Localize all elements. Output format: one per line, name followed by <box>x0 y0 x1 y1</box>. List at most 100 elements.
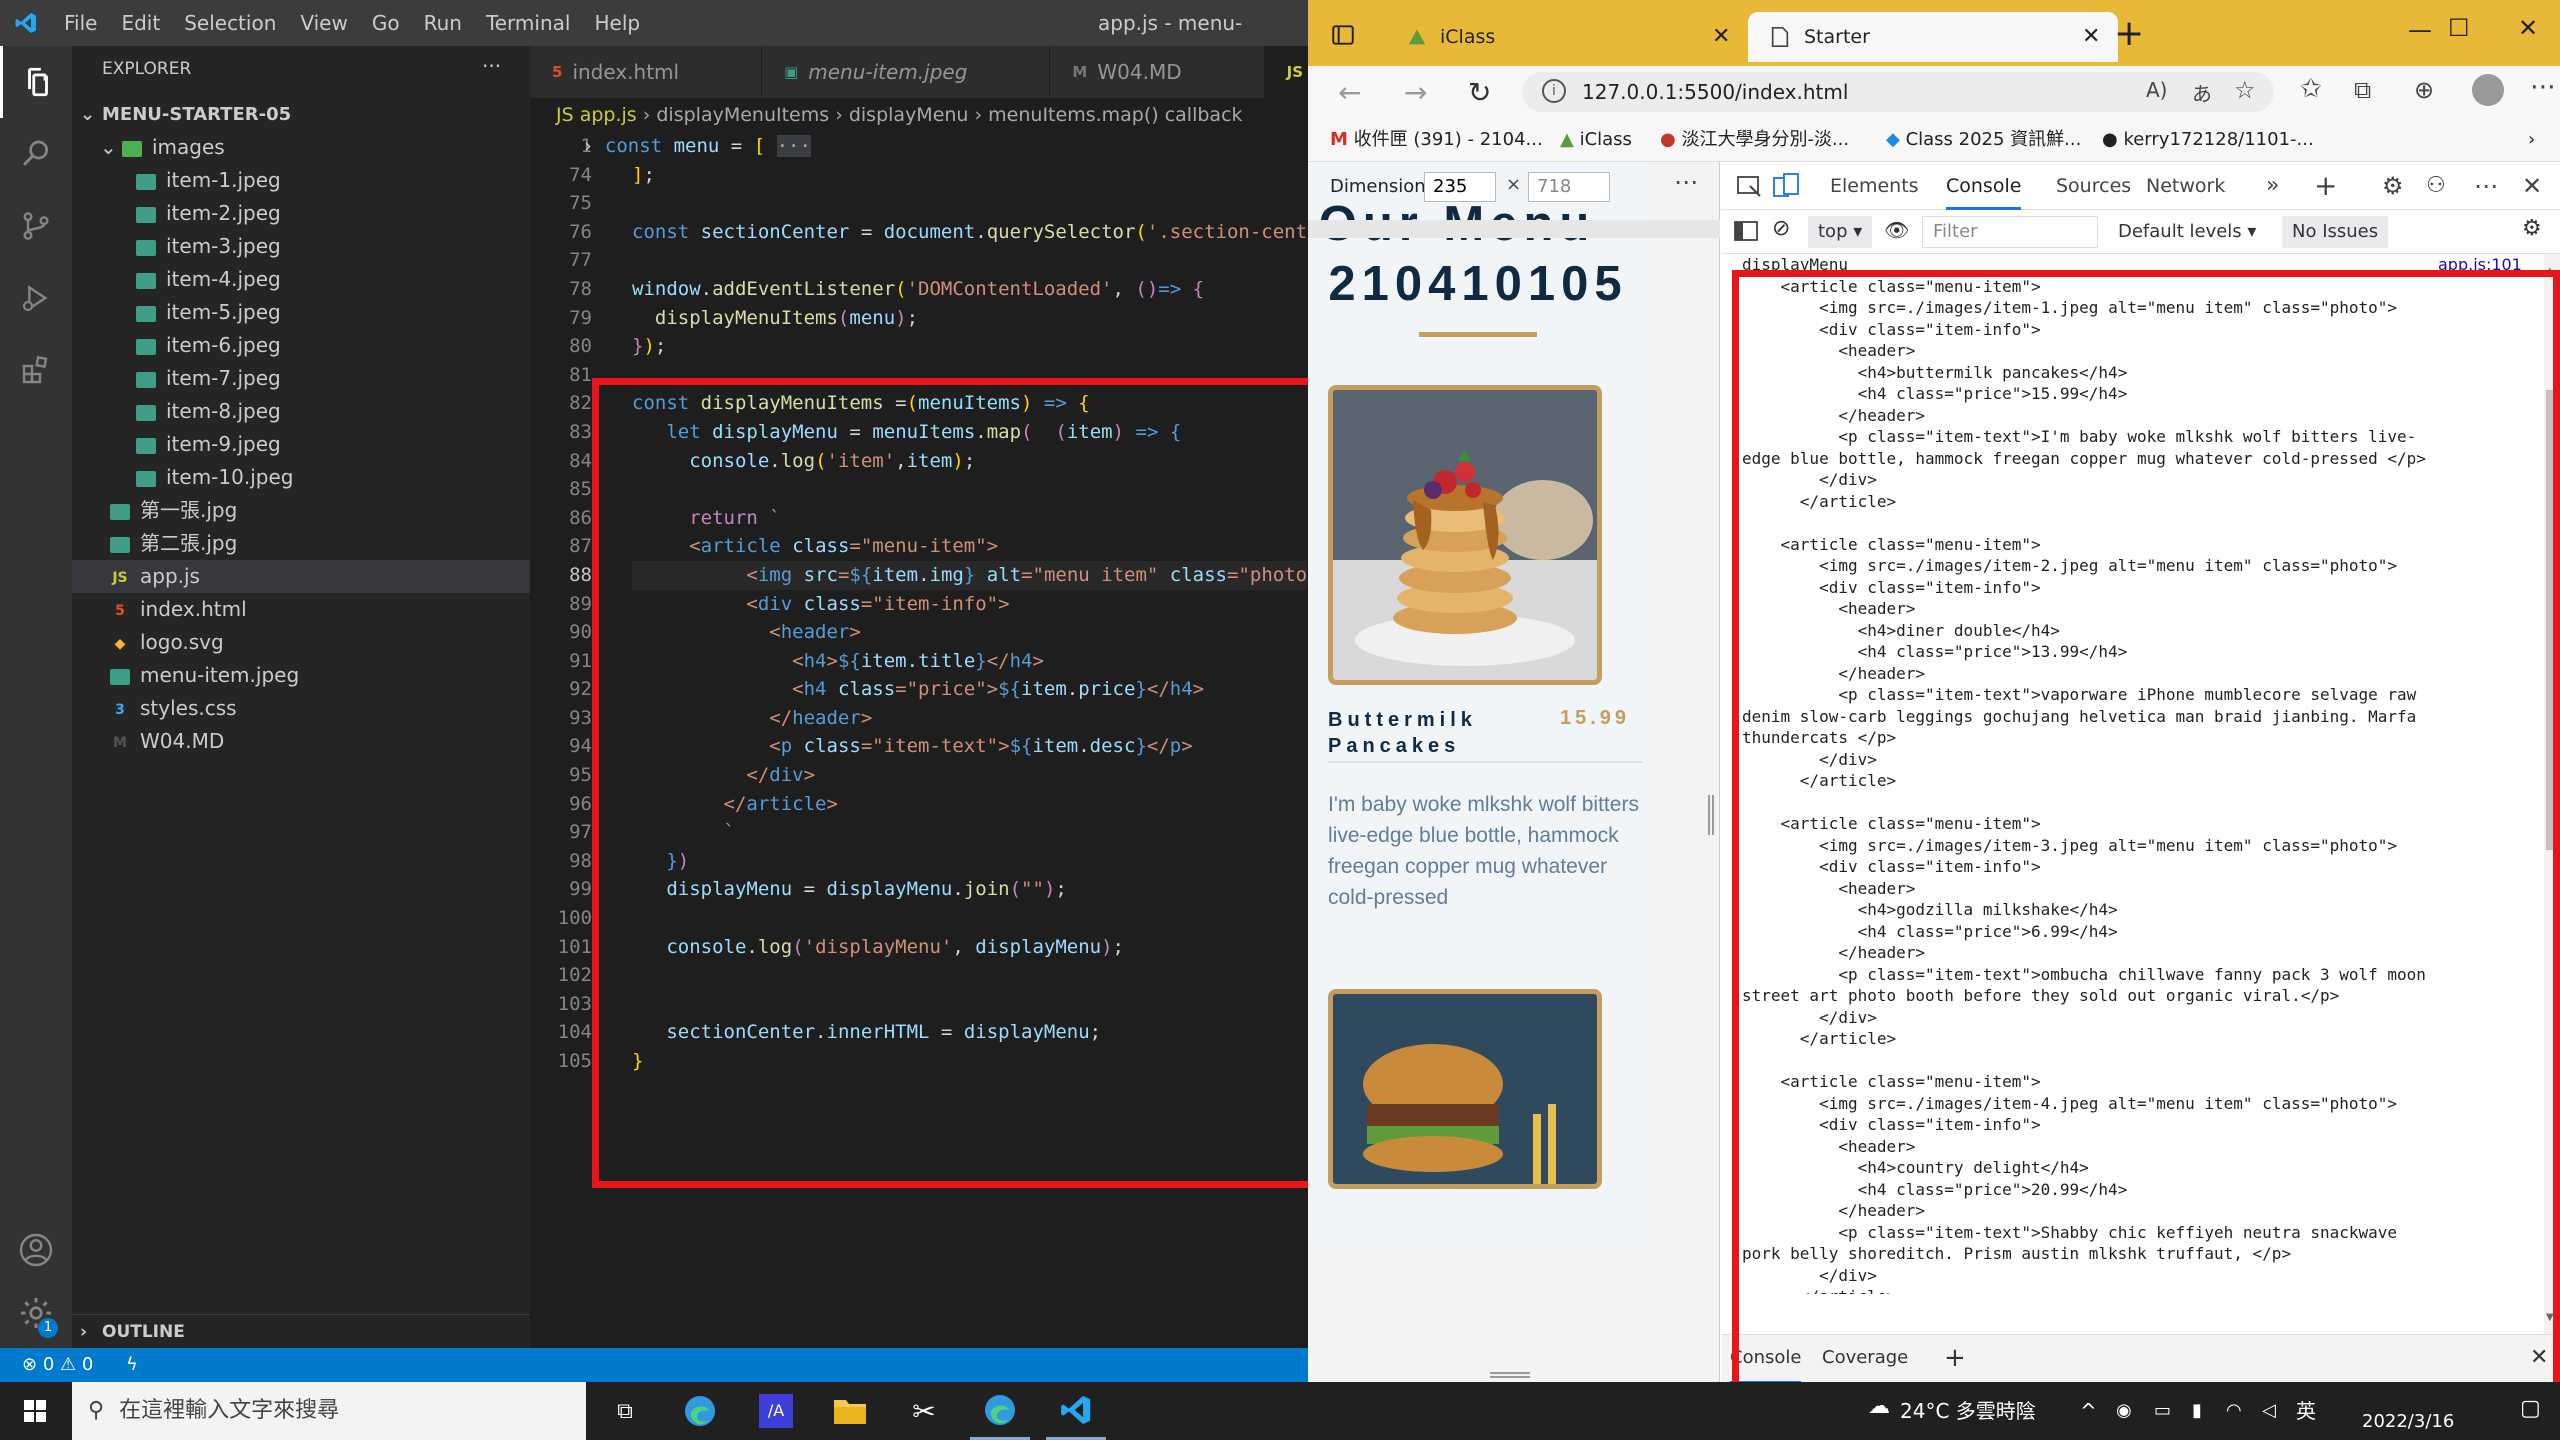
read-aloud-icon[interactable]: A) <box>2146 78 2167 102</box>
menu-item-7[interactable]: Help <box>582 0 652 46</box>
editor-tab[interactable]: ▣ menu-item.jpeg <box>762 46 1051 98</box>
battery-icon[interactable]: ▮ <box>2192 1382 2202 1440</box>
vscode-taskbar-icon[interactable] <box>1046 1382 1106 1440</box>
devtools-more-icon[interactable]: ⋯ <box>2474 162 2498 210</box>
breadcrumb-item[interactable]: JS app.js <box>556 104 637 126</box>
back-button[interactable]: ← <box>1338 76 1361 109</box>
wifi-icon[interactable]: ◠ <box>2226 1382 2242 1440</box>
breadcrumb-item[interactable]: displayMenu <box>849 104 969 126</box>
site-info-icon[interactable]: i <box>1542 79 1566 103</box>
tab-network[interactable]: Network <box>2146 162 2225 210</box>
file-item[interactable]: item-7.jpeg <box>72 362 530 395</box>
favorite-iclass[interactable]: ▲ iClass <box>1560 118 1632 162</box>
feedback-icon[interactable]: ⚇ <box>2426 162 2446 210</box>
file-item[interactable]: 第二張.jpg <box>72 527 530 560</box>
volume-icon[interactable]: ◁ <box>2262 1382 2276 1440</box>
snipping-tool-icon[interactable]: ✂ <box>896 1382 952 1440</box>
log-levels-select[interactable]: Default levels ▾ <box>2118 216 2256 248</box>
menu-item-6[interactable]: Terminal <box>474 0 583 46</box>
file-item[interactable]: item-8.jpeg <box>72 395 530 428</box>
file-item[interactable]: ◆ logo.svg <box>72 626 530 659</box>
context-select[interactable]: top ▾ <box>1808 216 1872 248</box>
file-item[interactable]: item-5.jpeg <box>72 296 530 329</box>
address-bar[interactable]: i 127.0.0.1:5500/index.html A) あ ☆ <box>1522 72 2274 112</box>
notification-icon[interactable]: ▢ <box>2520 1396 2541 1421</box>
live-share-icon[interactable]: ϟ <box>126 1348 138 1382</box>
file-explorer-icon[interactable] <box>822 1382 878 1440</box>
clear-console-icon[interactable]: ⊘ <box>1772 216 1790 241</box>
tab-sources[interactable]: Sources <box>2056 162 2131 210</box>
run-debug-icon[interactable] <box>0 262 72 334</box>
editor-tab[interactable]: 5 index.html <box>530 46 763 98</box>
breadcrumb-item[interactable]: menuItems.map() callback <box>988 104 1242 126</box>
file-item[interactable]: JS app.js <box>72 560 530 593</box>
inspect-element-icon[interactable] <box>1736 162 1762 210</box>
resize-handle-right[interactable] <box>1708 795 1714 835</box>
width-input[interactable]: 235 <box>1424 172 1496 202</box>
tray-chevron-icon[interactable]: ^ <box>2080 1382 2097 1440</box>
file-item[interactable]: 3 styles.css <box>72 692 530 725</box>
issues-button[interactable]: No Issues <box>2282 216 2389 248</box>
start-button[interactable] <box>0 1382 70 1440</box>
more-tabs-icon[interactable]: » <box>2266 162 2279 210</box>
filter-input[interactable]: Filter <box>1922 216 2098 248</box>
maximize-button[interactable]: ☐ <box>2448 14 2470 42</box>
sidebar-toggle-icon[interactable] <box>1734 220 1758 242</box>
favorite-tku[interactable]: ● 淡江大學身分別-淡... <box>1660 118 1849 162</box>
edge-active-icon[interactable] <box>970 1382 1030 1440</box>
file-item[interactable]: item-10.jpeg <box>72 461 530 494</box>
reload-button[interactable]: ↻ <box>1468 76 1491 109</box>
favorite-github[interactable]: ● kerry172128/1101-... <box>2102 118 2314 162</box>
menu-item-2[interactable]: Selection <box>172 0 288 46</box>
tray-app-icon[interactable]: ▭ <box>2154 1382 2171 1440</box>
file-item[interactable]: item-9.jpeg <box>72 428 530 461</box>
favorites-icon[interactable]: ✩ <box>2300 74 2322 104</box>
outline-section[interactable]: › OUTLINE <box>72 1314 530 1348</box>
close-tab-icon[interactable]: ✕ <box>1712 12 1730 62</box>
file-item[interactable]: 5 index.html <box>72 593 530 626</box>
edge-icon[interactable] <box>672 1382 728 1440</box>
menu-item-1[interactable]: Edit <box>109 0 172 46</box>
close-devtools-icon[interactable]: ✕ <box>2522 162 2542 210</box>
visual-studio-icon[interactable]: /A <box>748 1382 804 1440</box>
devtools-settings-icon[interactable]: ⚙ <box>2382 162 2404 210</box>
console-settings-icon[interactable]: ⚙ <box>2522 216 2542 241</box>
clock-date[interactable]: 2022/3/16 <box>2362 1410 2454 1434</box>
live-expression-icon[interactable]: 👁 <box>1884 218 1909 242</box>
file-item[interactable]: item-1.jpeg <box>72 164 530 197</box>
favorite-gmail[interactable]: M 收件匣 (391) - 2104... <box>1330 118 1543 162</box>
menu-item-3[interactable]: View <box>288 0 359 46</box>
weather-text[interactable]: 24°C 多雲時陰 <box>1900 1382 2036 1440</box>
language-indicator[interactable]: 英 <box>2296 1382 2316 1440</box>
file-item[interactable]: menu-item.jpeg <box>72 659 530 692</box>
device-more-icon[interactable]: ⋯ <box>1674 168 1698 196</box>
file-item[interactable]: M W04.MD <box>72 725 530 758</box>
device-toolbar-icon[interactable] <box>1772 162 1800 210</box>
problems-indicator[interactable]: ⊗ 0 ⚠ 0 <box>22 1348 93 1382</box>
weather-icon[interactable]: ☁ <box>1868 1394 1890 1419</box>
explorer-icon[interactable] <box>0 46 72 118</box>
task-view-icon[interactable]: ⧉ <box>600 1382 650 1440</box>
source-control-icon[interactable] <box>0 190 72 262</box>
collections-icon[interactable]: ⧉ <box>2354 76 2371 104</box>
file-item[interactable]: 第一張.jpg <box>72 494 530 527</box>
forward-button[interactable]: → <box>1404 76 1427 109</box>
editor-tab[interactable]: M W04.MD <box>1050 46 1265 98</box>
settings-gear-icon[interactable]: 1 <box>0 1278 72 1348</box>
minimize-button[interactable]: — <box>2408 16 2432 44</box>
favorites-overflow-icon[interactable]: › <box>2528 118 2535 162</box>
browser-tab-iclass[interactable]: iClass ✕ <box>1384 12 1748 62</box>
menu-item-4[interactable]: Go <box>360 0 412 46</box>
file-item[interactable]: item-4.jpeg <box>72 263 530 296</box>
resize-handle-bottom[interactable] <box>1490 1372 1530 1378</box>
explorer-more-button[interactable]: ··· <box>482 54 501 78</box>
profile-avatar[interactable] <box>2472 74 2504 106</box>
more-menu-icon[interactable]: ⋯ <box>2530 72 2556 102</box>
search-icon[interactable] <box>0 118 72 190</box>
taskbar-search[interactable]: ⚲ 在這裡輸入文字來搜尋 <box>72 1382 586 1440</box>
favorite-class2025[interactable]: ◆ Class 2025 資訊鮮... <box>1886 118 2081 162</box>
file-item[interactable]: item-3.jpeg <box>72 230 530 263</box>
new-tab-button[interactable]: + <box>2114 14 2144 54</box>
favorite-star-icon[interactable]: ☆ <box>2234 76 2256 104</box>
account-icon[interactable] <box>0 1214 72 1286</box>
